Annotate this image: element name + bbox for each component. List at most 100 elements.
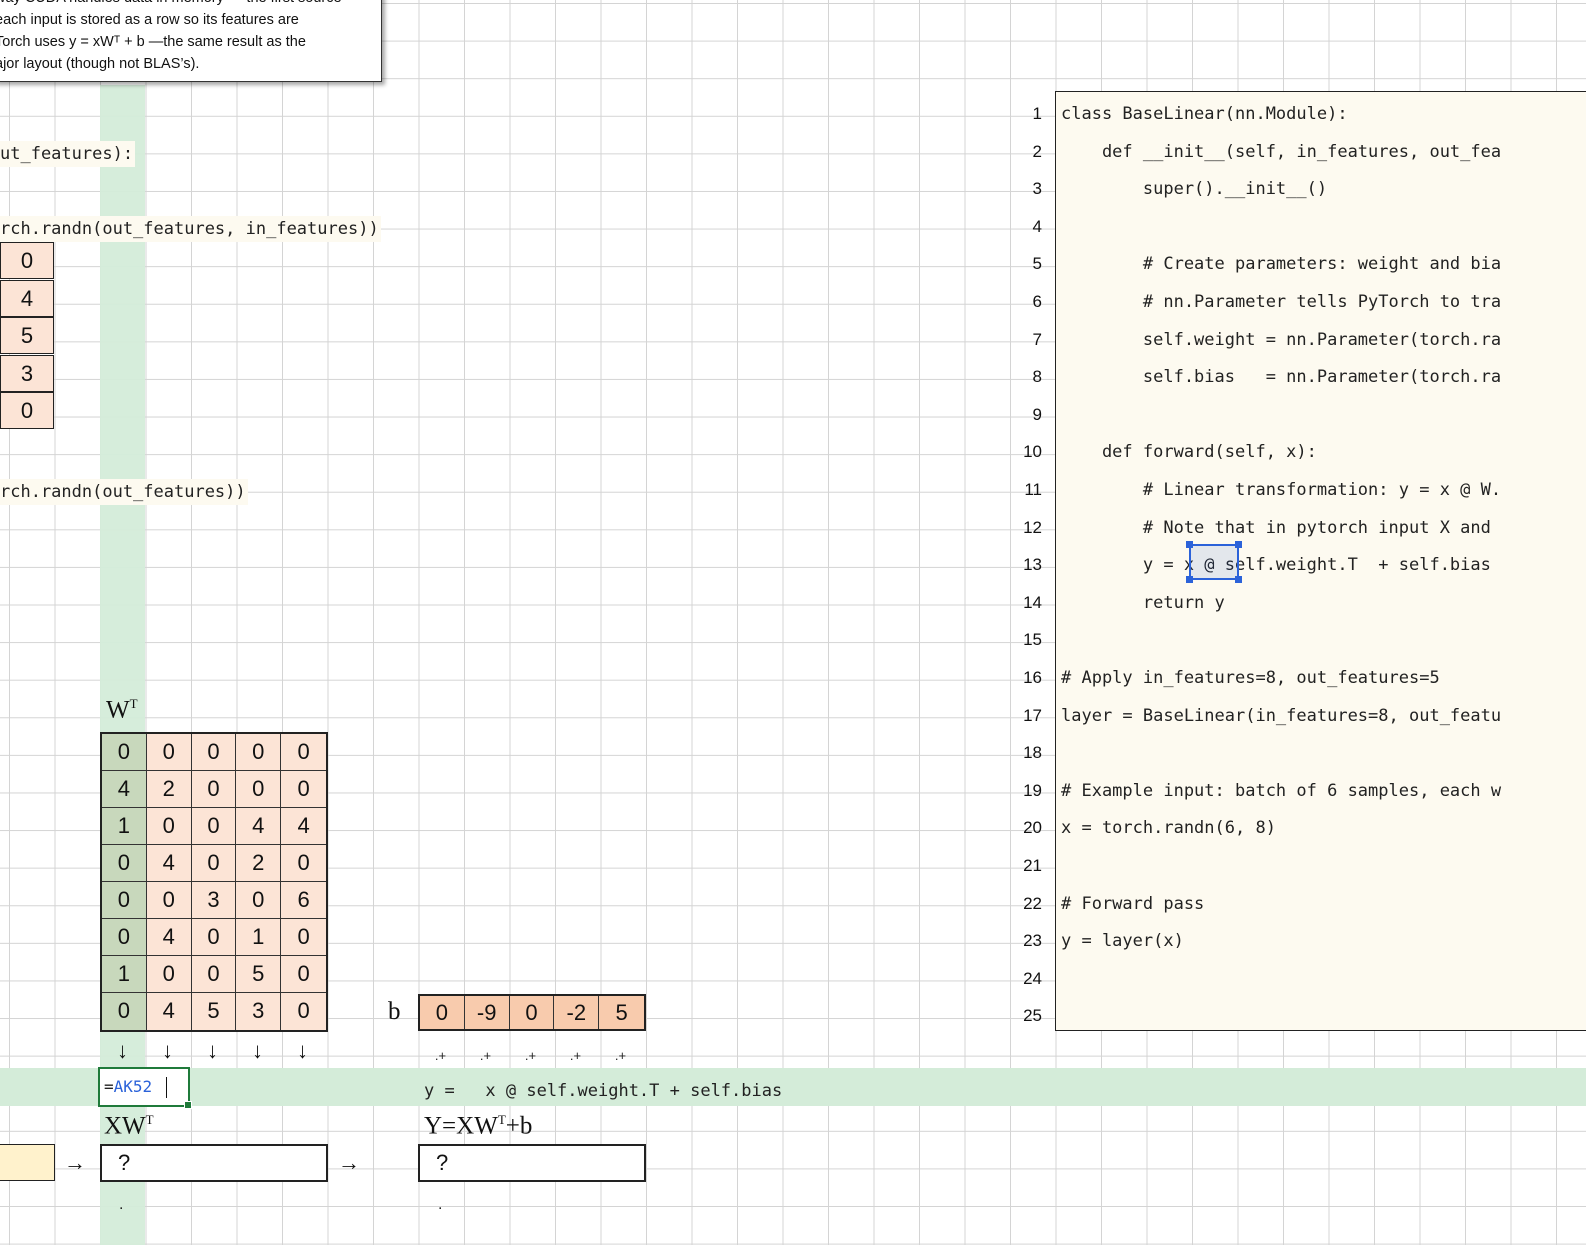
- wt-cell[interactable]: 3: [236, 993, 282, 1030]
- line-number: 22: [1023, 893, 1042, 913]
- code-line: y = layer(x): [1061, 931, 1184, 952]
- xwt-output[interactable]: ?: [100, 1144, 328, 1182]
- code-line: # Linear transformation: y = x @ W.: [1061, 480, 1502, 500]
- w-cell[interactable]: 0: [0, 242, 54, 279]
- wt-label-text: W: [106, 696, 130, 724]
- wt-cell[interactable]: 4: [146, 993, 192, 1030]
- wt-cell[interactable]: 0: [146, 734, 192, 771]
- wt-cell[interactable]: 5: [236, 956, 282, 993]
- wt-cell[interactable]: 0: [102, 734, 147, 771]
- line-number: 6: [1032, 292, 1042, 311]
- wt-cell[interactable]: 0: [281, 845, 326, 882]
- fill-handle[interactable]: [184, 1101, 192, 1109]
- w-cell[interactable]: 3: [0, 355, 54, 392]
- wt-cell[interactable]: 0: [191, 845, 237, 882]
- wt-cell[interactable]: 0: [102, 882, 147, 919]
- wt-cell[interactable]: 0: [281, 956, 326, 993]
- resize-handle[interactable]: [1186, 576, 1193, 583]
- line-number: 9: [1032, 404, 1042, 424]
- wt-cell[interactable]: 0: [102, 993, 147, 1030]
- w-cell[interactable]: 5: [0, 317, 54, 354]
- y-label: Y=XWT+b: [424, 1112, 532, 1140]
- line-number: 3: [1032, 179, 1042, 199]
- code-line: # Forward pass: [1061, 893, 1205, 914]
- wt-cell[interactable]: 1: [102, 808, 147, 845]
- wt-label: WT: [106, 696, 138, 724]
- text-selection-box[interactable]: [1186, 541, 1242, 583]
- down-arrows: ↓ ↓ ↓ ↓ ↓: [100, 1038, 325, 1064]
- formula-cell-reference: AK52: [113, 1077, 153, 1096]
- line-number: 14: [1023, 592, 1042, 612]
- resize-handle[interactable]: [1186, 541, 1193, 548]
- wt-label-sup: T: [129, 696, 138, 711]
- code-line: super().__init__(): [1061, 179, 1328, 200]
- resize-handle[interactable]: [1235, 541, 1242, 548]
- bias-cell[interactable]: 0: [420, 996, 465, 1029]
- wt-cell[interactable]: 0: [191, 956, 237, 993]
- w-cell[interactable]: 4: [0, 280, 54, 317]
- bias-cell[interactable]: 0: [509, 996, 555, 1029]
- line-number: 1: [1032, 104, 1042, 123]
- wt-cell[interactable]: 0: [281, 919, 326, 956]
- wt-cell[interactable]: 0: [191, 734, 237, 771]
- wt-cell[interactable]: 1: [102, 956, 147, 993]
- wt-cell[interactable]: 0: [236, 882, 282, 919]
- wt-cell[interactable]: 0: [146, 956, 192, 993]
- note-line-4: ajor layout (though not BLAS’s).: [0, 56, 200, 72]
- line-number: 12: [1023, 517, 1042, 537]
- formula-input[interactable]: =AK52: [104, 1077, 152, 1096]
- bias-cell[interactable]: -2: [554, 996, 600, 1029]
- w-cell[interactable]: 0: [0, 392, 54, 429]
- wt-cell[interactable]: 4: [102, 771, 147, 808]
- x-input-cell[interactable]: [0, 1144, 55, 1181]
- line-number: 11: [1024, 480, 1042, 499]
- down-arrow-icon: ↓: [117, 1038, 128, 1063]
- code-line: def forward(self, x):: [1061, 442, 1317, 463]
- code-line: # Create parameters: weight and bia: [1061, 254, 1502, 275]
- selected-row-highlight: [0, 1068, 1586, 1106]
- line-number: 20: [1023, 818, 1042, 838]
- wt-cell[interactable]: 4: [146, 919, 192, 956]
- line-number: 23: [1023, 931, 1042, 951]
- bias-cell[interactable]: 5: [599, 996, 644, 1029]
- wt-cell[interactable]: 0: [191, 808, 237, 845]
- resize-handle[interactable]: [1235, 576, 1242, 583]
- bias-vector: 0 -9 0 -2 5: [418, 994, 646, 1031]
- wt-cell[interactable]: 0: [236, 771, 282, 808]
- wt-cell[interactable]: 4: [236, 808, 282, 845]
- wt-cell[interactable]: 6: [281, 882, 326, 919]
- line-number: 21: [1023, 856, 1042, 875]
- dot-plus-label: .+: [434, 1048, 447, 1063]
- wt-cell[interactable]: 0: [102, 845, 147, 882]
- line-number: 17: [1023, 705, 1042, 725]
- wt-cell[interactable]: 4: [146, 845, 192, 882]
- wt-cell[interactable]: 1: [236, 919, 282, 956]
- wt-cell[interactable]: 0: [281, 993, 326, 1030]
- wt-cell[interactable]: 0: [146, 808, 192, 845]
- dot-plus-label: .+: [524, 1048, 537, 1063]
- wt-cell[interactable]: 2: [146, 771, 192, 808]
- code-line: self.bias = nn.Parameter(torch.ra: [1061, 367, 1502, 388]
- wt-cell[interactable]: 5: [191, 993, 237, 1030]
- dot-plus-label: .+: [569, 1048, 582, 1063]
- dot-plus-row: .+ .+ .+ .+ .+: [418, 1048, 643, 1063]
- wt-cell[interactable]: 0: [102, 919, 147, 956]
- wt-cell[interactable]: 0: [191, 919, 237, 956]
- wt-cell[interactable]: 0: [191, 771, 237, 808]
- down-arrow-icon: ↓: [252, 1038, 263, 1063]
- y-output[interactable]: ?: [418, 1144, 646, 1182]
- line-number: 4: [1032, 216, 1042, 236]
- line-number: 13: [1023, 555, 1042, 575]
- code-fragment-init: ut_features):: [0, 141, 136, 167]
- wt-cell[interactable]: 0: [281, 771, 326, 808]
- xwt-label-sup: T: [145, 1112, 154, 1127]
- wt-cell[interactable]: 0: [236, 734, 282, 771]
- wt-cell[interactable]: 0: [281, 734, 326, 771]
- wt-cell[interactable]: 4: [281, 808, 326, 845]
- wt-cell[interactable]: 2: [236, 845, 282, 882]
- active-cell-formula-editor[interactable]: =AK52: [98, 1067, 192, 1109]
- wt-cell[interactable]: 3: [191, 882, 237, 919]
- wt-cell[interactable]: 0: [146, 882, 192, 919]
- explanation-note[interactable]: way CUDA handles data in memory — the fi…: [0, 0, 382, 82]
- bias-cell[interactable]: -9: [464, 996, 510, 1029]
